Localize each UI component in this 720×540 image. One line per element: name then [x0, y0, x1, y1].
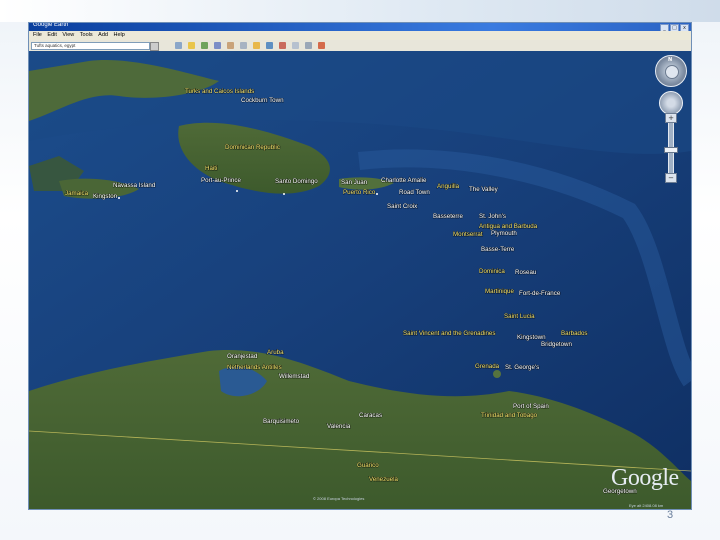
- slide-page-number: 3: [667, 509, 674, 521]
- label-plymouth: Plymouth: [491, 230, 517, 237]
- label-willemstad: Willemstad: [279, 373, 310, 380]
- map-canvas: Turks and Caicos Islands Cockburn Town D…: [29, 51, 691, 509]
- attribution-text: © 2008 Europa Technologies: [313, 496, 365, 501]
- title-bar: Google Earth _ □ x: [29, 22, 691, 32]
- slide-top-band: [0, 0, 720, 22]
- label-turks-caicos: Turks and Caicos Islands: [185, 88, 254, 95]
- label-barquisimeto: Barquisimeto: [263, 418, 300, 425]
- path-icon[interactable]: [214, 42, 221, 49]
- label-san-juan: San Juan: [341, 179, 368, 186]
- look-joystick[interactable]: [659, 91, 683, 115]
- zoom-slider-thumb[interactable]: [664, 147, 678, 153]
- label-navassa: Navassa Island: [113, 182, 156, 189]
- print-icon[interactable]: [305, 42, 312, 49]
- label-svg: Saint Vincent and the Grenadines: [403, 330, 495, 337]
- label-netherlands-antilles: Netherlands Antilles: [227, 364, 282, 371]
- placemark-icon[interactable]: [188, 42, 195, 49]
- label-basseterre: Basseterre: [433, 213, 463, 220]
- label-port-au-prince: Port-au-Prince: [201, 177, 241, 184]
- tour-icon[interactable]: [240, 42, 247, 49]
- menu-add[interactable]: Add: [98, 31, 108, 40]
- email-icon[interactable]: [292, 42, 299, 49]
- label-cockburn-town: Cockburn Town: [241, 97, 284, 104]
- label-road-town: Road Town: [399, 189, 430, 196]
- dot-port-au-prince: [236, 190, 238, 192]
- label-roseau: Roseau: [515, 269, 537, 276]
- ruler-icon[interactable]: [279, 42, 286, 49]
- compass-center-icon[interactable]: [665, 65, 679, 79]
- label-kingston: Kingston: [93, 193, 118, 200]
- menu-help[interactable]: Help: [113, 31, 124, 40]
- compass-ring[interactable]: N: [655, 55, 687, 87]
- polygon-icon[interactable]: [201, 42, 208, 49]
- label-bridgetown: Bridgetown: [541, 341, 573, 348]
- label-charlotte-amalie: Charlotte Amalie: [381, 177, 427, 184]
- window-title: Google Earth: [33, 22, 69, 28]
- label-basse-terre: Basse-Terre: [481, 246, 515, 253]
- label-barbados: Barbados: [561, 330, 588, 337]
- trinidad-island: [493, 370, 501, 378]
- label-aruba: Aruba: [267, 349, 284, 356]
- label-antigua-barbuda: Antigua and Barbuda: [479, 223, 538, 230]
- sun-icon[interactable]: [253, 42, 260, 49]
- label-guarico: Guárico: [357, 462, 379, 469]
- menu-bar: File Edit View Tools Add Help: [29, 31, 691, 40]
- label-fort-de-france: Fort-de-France: [519, 290, 561, 297]
- dot-santo-domingo: [283, 193, 285, 195]
- label-puerto-rico: Puerto Rico: [343, 189, 376, 196]
- label-grenada: Grenada: [475, 363, 500, 370]
- label-montserrat: Montserrat: [453, 231, 483, 238]
- label-oranjestad: Oranjestad: [227, 353, 258, 360]
- search-button[interactable]: [150, 42, 159, 51]
- label-jamaica: Jamaica: [65, 190, 89, 197]
- label-anguilla: Anguilla: [437, 183, 460, 190]
- search-input[interactable]: Tufts aquatics, egypt: [31, 42, 150, 50]
- label-st-johns: St. John's: [479, 213, 506, 220]
- sidebar-toggle-icon[interactable]: [175, 42, 182, 49]
- menu-edit[interactable]: Edit: [47, 31, 56, 40]
- planet-icon[interactable]: [266, 42, 273, 49]
- label-trinidad-tobago: Trinidad and Tobago: [481, 412, 538, 419]
- label-dominica: Dominica: [479, 268, 505, 275]
- label-st-georges: St. George's: [505, 364, 539, 371]
- label-saint-croix: Saint Croix: [387, 203, 418, 210]
- label-saint-lucia: Saint Lucia: [504, 313, 535, 320]
- label-port-of-spain: Port of Spain: [513, 403, 549, 410]
- zoom-out-button[interactable]: −: [665, 173, 677, 183]
- overlay-icon[interactable]: [227, 42, 234, 49]
- dot-kingston: [118, 197, 120, 199]
- label-the-valley: The Valley: [469, 186, 499, 193]
- label-venezuela: Venezuela: [369, 476, 398, 483]
- label-kingstown: Kingstown: [517, 334, 546, 341]
- label-dominican-republic: Dominican Republic: [225, 144, 280, 151]
- earth-view[interactable]: Turks and Caicos Islands Cockburn Town D…: [29, 51, 691, 509]
- tool-icons: [175, 42, 325, 49]
- maps-icon[interactable]: [318, 42, 325, 49]
- label-caracas: Caracas: [359, 412, 382, 419]
- status-coordinates: Eye alt 2408.08 km: [629, 503, 664, 508]
- menu-tools[interactable]: Tools: [80, 31, 93, 40]
- menu-file[interactable]: File: [33, 31, 42, 40]
- google-logo: Google: [611, 465, 679, 491]
- label-martinique: Martinique: [485, 288, 514, 295]
- menu-view[interactable]: View: [62, 31, 74, 40]
- label-haiti: Haiti: [205, 165, 217, 172]
- zoom-in-button[interactable]: +: [665, 113, 677, 123]
- label-valencia: Valencia: [327, 423, 351, 430]
- google-earth-window: Google Earth _ □ x File Edit View Tools …: [28, 22, 692, 510]
- label-santo-domingo: Santo Domingo: [275, 178, 318, 185]
- north-indicator: N: [668, 57, 673, 63]
- dot-san-juan: [376, 193, 378, 195]
